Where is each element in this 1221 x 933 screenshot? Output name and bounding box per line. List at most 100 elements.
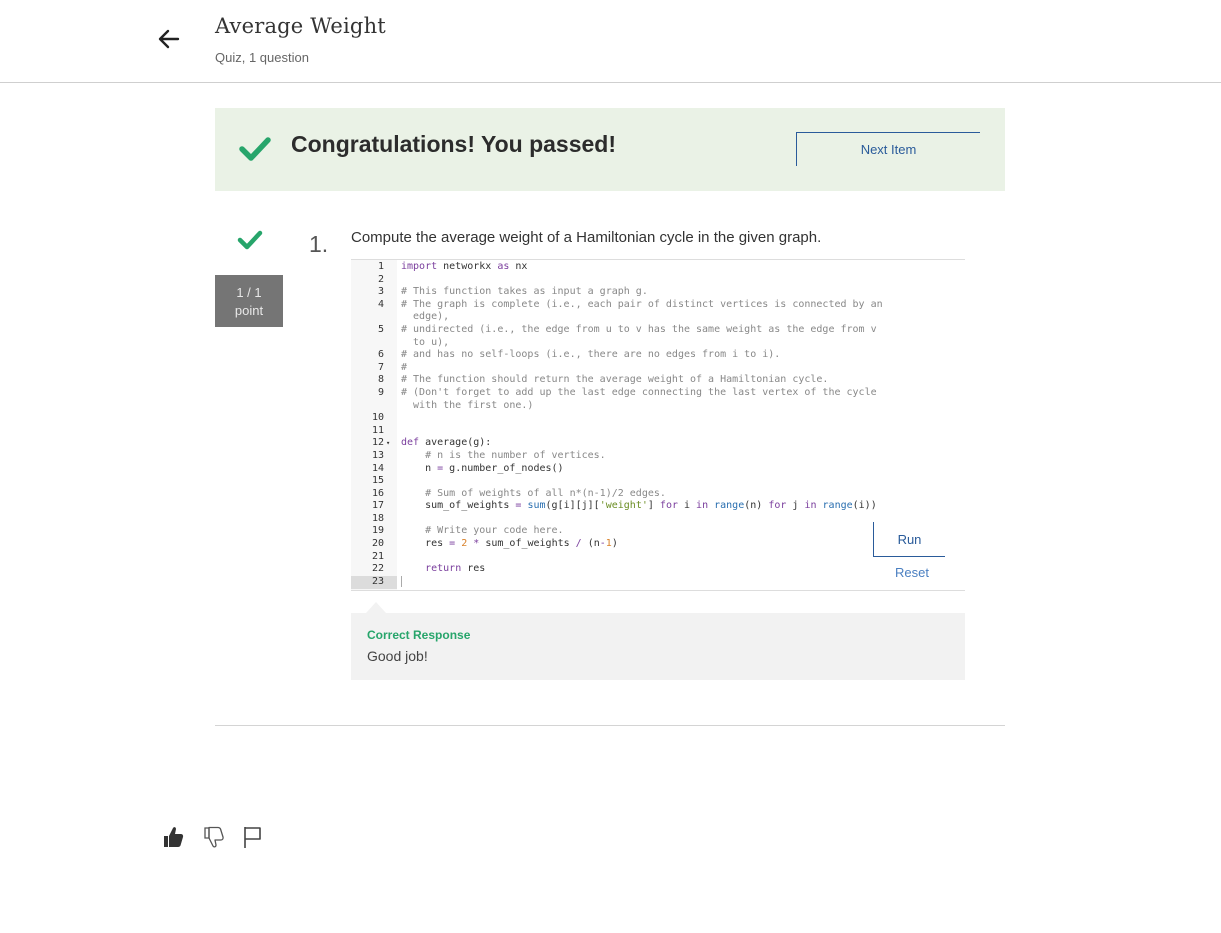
code-text: # The function should return the average… <box>401 374 829 386</box>
fold-gutter <box>384 551 397 564</box>
fold-gutter <box>384 463 397 476</box>
code-line[interactable]: 22 return res <box>351 563 965 576</box>
reset-link[interactable]: Reset <box>895 565 929 580</box>
code-text: # The graph is complete (i.e., each pair… <box>401 298 883 310</box>
code-line[interactable]: 3 # This function takes as input a graph … <box>351 286 965 299</box>
back-button[interactable] <box>154 24 184 54</box>
code-text: # Sum of weights of all n*(n-1)/2 edges. <box>401 487 666 499</box>
code-line[interactable]: 5 # undirected (i.e., the edge from u to … <box>351 324 965 337</box>
points-score: 1 / 1 <box>236 285 262 300</box>
code-line[interactable]: 7 # <box>351 362 965 375</box>
fold-arrow-icon: ▾ <box>386 439 391 448</box>
fold-gutter <box>384 286 397 299</box>
code-line[interactable]: 2 <box>351 274 965 287</box>
code-line[interactable]: 6 # and has no self-loops (i.e., there ar… <box>351 349 965 362</box>
code-text: res = 2 * sum_of_weights / (n-1) <box>401 538 618 550</box>
line-number: 20 <box>371 538 384 550</box>
thumbs-up-icon[interactable] <box>162 825 184 849</box>
fold-gutter <box>384 299 397 312</box>
check-icon <box>239 137 271 161</box>
fold-gutter <box>384 324 397 337</box>
passed-message: Congratulations! You passed! <box>291 131 617 157</box>
code-text: # undirected (i.e., the edge from u to v… <box>401 323 877 335</box>
line-number: 12 <box>371 437 384 449</box>
text-cursor <box>401 575 402 587</box>
code-text: # <box>401 361 408 373</box>
line-number: 18 <box>371 512 384 524</box>
fold-gutter <box>384 387 397 400</box>
line-number: 7 <box>377 361 384 373</box>
code-text: n = g.number_of_nodes() <box>401 462 564 474</box>
fold-gutter <box>384 362 397 375</box>
fold-gutter <box>384 450 397 463</box>
code-line[interactable]: 23 <box>351 575 965 589</box>
line-number: 21 <box>371 550 384 562</box>
code-text: edge), <box>401 311 450 323</box>
code-text: sum_of_weights = sum(g[i][j]['weight'] f… <box>401 500 877 512</box>
code-line[interactable]: 15 <box>351 475 965 488</box>
line-number: 6 <box>377 349 384 361</box>
line-number: 9 <box>377 386 384 398</box>
page-header: Average Weight Quiz, 1 question <box>0 0 1221 83</box>
line-number: 3 <box>377 286 384 298</box>
code-line[interactable]: 4 # The graph is complete (i.e., each pai… <box>351 299 965 312</box>
fold-gutter <box>384 563 397 576</box>
fold-gutter <box>384 349 397 362</box>
feedback-title: Correct Response <box>367 628 471 642</box>
line-number: 14 <box>371 462 384 474</box>
code-line[interactable]: 1 import networkx as nx <box>351 261 965 274</box>
page-subtitle: Quiz, 1 question <box>215 50 309 65</box>
flag-icon[interactable] <box>242 825 264 849</box>
code-line[interactable]: 9 # (Don't forget to add up the last edge… <box>351 387 965 400</box>
page-title: Average Weight <box>215 14 386 38</box>
next-item-button[interactable]: Next Item <box>796 132 980 166</box>
code-line[interactable]: 10 <box>351 412 965 425</box>
line-number: 1 <box>377 261 384 272</box>
code-text <box>397 575 402 589</box>
line-number: 22 <box>371 563 384 575</box>
fold-gutter <box>384 337 397 350</box>
line-number: 17 <box>371 500 384 512</box>
code-line[interactable]: 13 # n is the number of vertices. <box>351 450 965 463</box>
run-button[interactable]: Run <box>873 522 945 557</box>
code-line[interactable]: 16 # Sum of weights of all n*(n-1)/2 edg… <box>351 488 965 501</box>
question-number: 1. <box>309 231 329 257</box>
code-line[interactable]: edge), <box>351 311 965 324</box>
fold-gutter <box>384 311 397 324</box>
code-text: import networkx as nx <box>401 261 528 272</box>
code-line[interactable]: 14 n = g.number_of_nodes() <box>351 463 965 476</box>
code-text: with the first one.) <box>401 399 534 411</box>
divider <box>215 725 1005 726</box>
fold-gutter <box>384 538 397 551</box>
code-line[interactable]: to u), <box>351 337 965 350</box>
line-number <box>351 337 384 350</box>
line-number: 10 <box>371 412 384 424</box>
fold-gutter <box>384 425 397 438</box>
line-number: 19 <box>371 525 384 537</box>
code-line[interactable]: 17 sum_of_weights = sum(g[i][j]['weight'… <box>351 500 965 513</box>
question-correct-check-icon <box>237 230 263 250</box>
code-line[interactable]: 11 <box>351 425 965 438</box>
line-number: 16 <box>371 487 384 499</box>
thumbs-down-icon[interactable] <box>203 825 225 849</box>
code-line[interactable]: with the first one.) <box>351 400 965 413</box>
code-line[interactable]: 12 ▾ def average(g): <box>351 437 965 450</box>
feedback-box: Correct Response Good job! <box>351 613 965 680</box>
line-number: 4 <box>377 298 384 310</box>
code-text: def average(g): <box>401 437 492 449</box>
code-text: # (Don't forget to add up the last edge … <box>401 386 877 398</box>
fold-gutter <box>384 513 397 526</box>
arrow-left-icon <box>158 29 180 49</box>
fold-gutter <box>384 500 397 513</box>
fold-gutter <box>384 400 397 413</box>
code-line[interactable]: 8 # The function should return the averag… <box>351 374 965 387</box>
line-number: 15 <box>371 475 384 487</box>
code-text: # n is the number of vertices. <box>401 449 606 461</box>
fold-gutter <box>384 488 397 501</box>
fold-gutter <box>384 412 397 425</box>
code-text: to u), <box>401 336 450 348</box>
question-text: Compute the average weight of a Hamilton… <box>351 229 822 246</box>
